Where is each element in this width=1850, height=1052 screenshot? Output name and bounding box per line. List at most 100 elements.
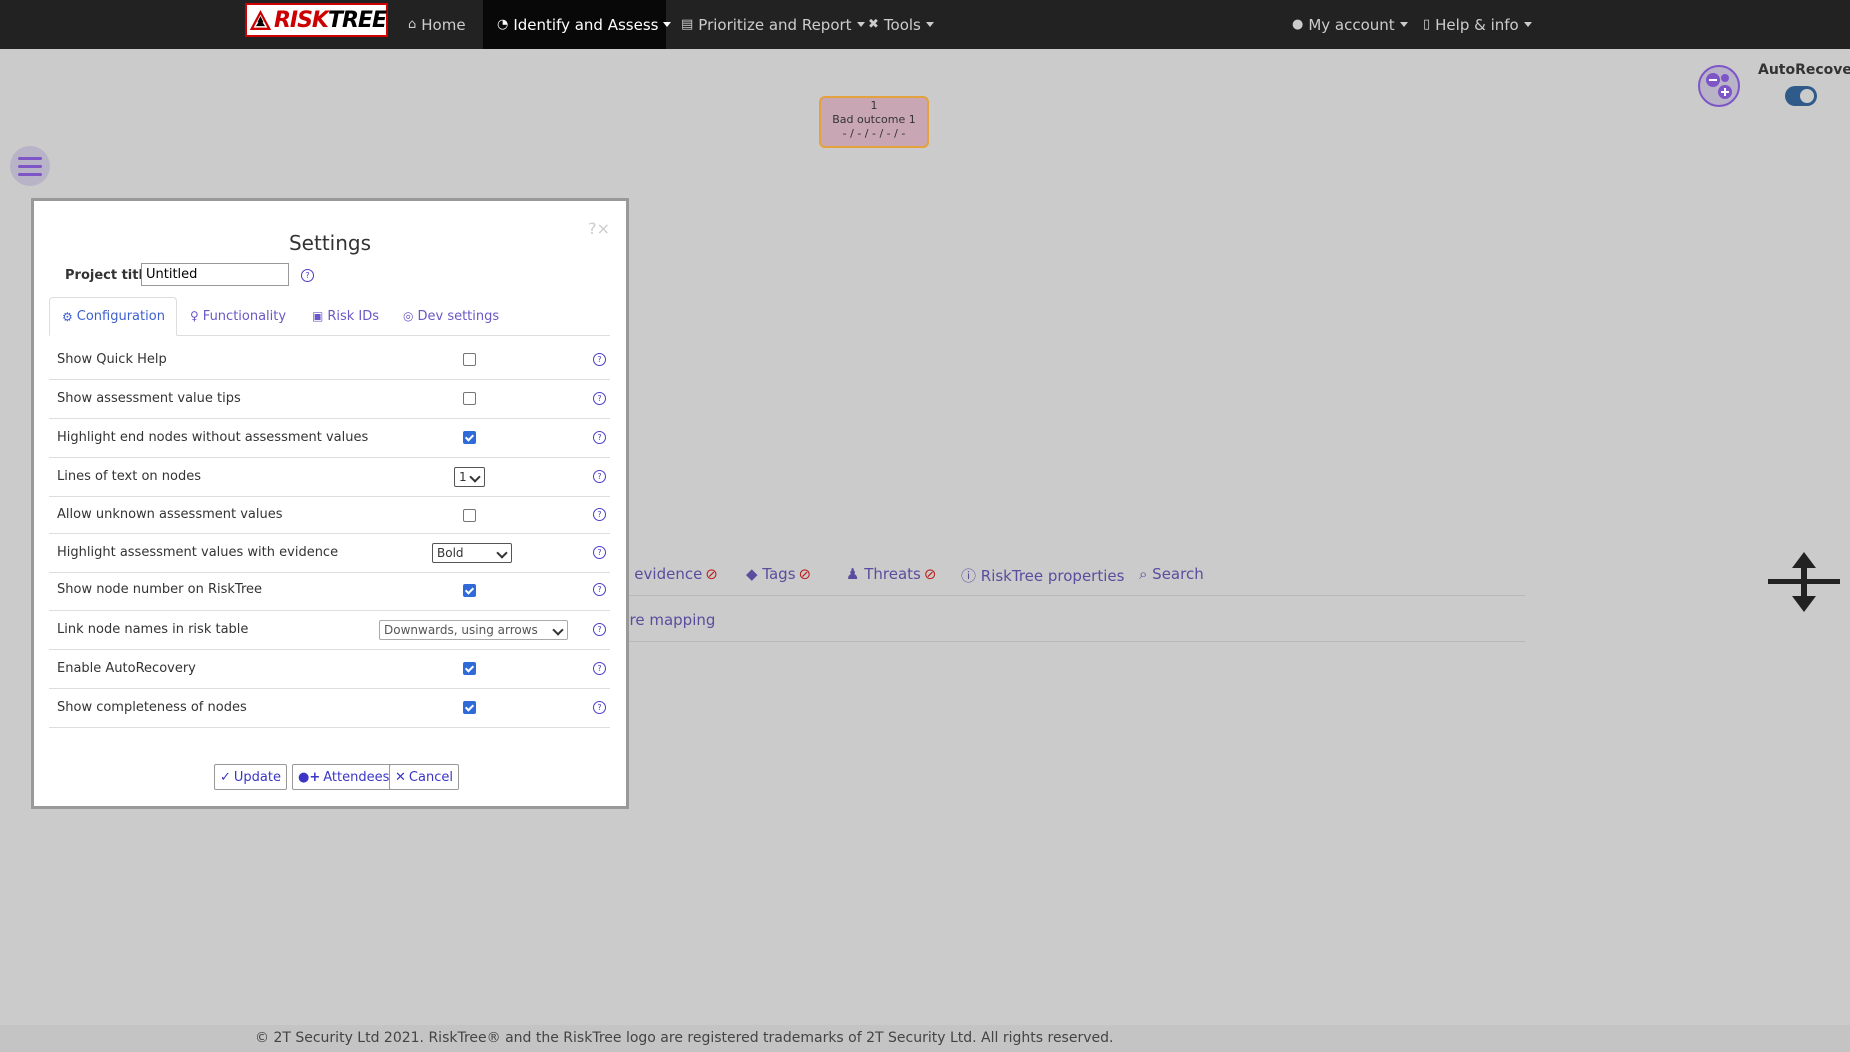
setting-label: Allow unknown assessment values xyxy=(57,507,283,522)
nav-home[interactable]: ⌂ Home xyxy=(408,0,478,49)
lines-of-text-select[interactable]: 1 xyxy=(454,467,485,487)
nav-tools[interactable]: ✖ Tools xyxy=(868,0,934,49)
show-node-number-checkbox[interactable] xyxy=(463,584,476,597)
ban-icon: ⊘ xyxy=(798,565,812,583)
tab-risktree-properties[interactable]: ⓘ RiskTree properties xyxy=(961,565,1124,586)
setting-label: Show Quick Help xyxy=(57,352,167,367)
close-icon: ✕ xyxy=(395,769,406,785)
tab-threats-label: Threats xyxy=(864,565,921,583)
cancel-label: Cancel xyxy=(408,769,453,785)
nav-prioritize-report[interactable]: ▤ Prioritize and Report xyxy=(681,0,865,49)
tab-configuration-label: Configuration xyxy=(76,309,165,324)
gauge-icon: ◔ xyxy=(497,17,509,32)
help-icon[interactable]: ? xyxy=(593,353,606,366)
caret-down-icon xyxy=(663,22,672,27)
tab-functionality[interactable]: ♀ Functionality xyxy=(178,297,298,335)
user-plus-icon: ●+ xyxy=(298,769,321,785)
chevron-down-icon xyxy=(496,547,508,559)
footer: © 2T Security Ltd 2021. RiskTree® and th… xyxy=(0,1025,1850,1052)
warning-tree-icon xyxy=(249,10,272,30)
id-card-icon: ▣ xyxy=(312,309,324,323)
select-value: Bold xyxy=(437,546,464,560)
setting-row: Show node number on RiskTree ? xyxy=(49,573,610,611)
chevron-down-icon xyxy=(469,471,481,483)
enable-autorecovery-checkbox[interactable] xyxy=(463,662,476,675)
allow-unknown-checkbox[interactable] xyxy=(463,509,476,522)
help-icon[interactable]: ? xyxy=(301,269,314,282)
show-value-tips-checkbox[interactable] xyxy=(463,392,476,405)
attendees-label: Attendees xyxy=(323,769,390,785)
caret-down-icon xyxy=(925,22,934,27)
top-navbar: RISKTREE ⌂ Home ◔ Identify and Assess ▤ … xyxy=(0,0,1850,49)
help-icon[interactable]: ? xyxy=(593,701,606,714)
ban-icon: ⊘ xyxy=(923,565,937,583)
tab-tags[interactable]: ◆ Tags ⊘ xyxy=(746,565,811,583)
autorecover-toggle[interactable] xyxy=(1785,86,1817,106)
setting-label: Show completeness of nodes xyxy=(57,700,247,715)
setting-row: Enable AutoRecovery ? xyxy=(49,650,610,689)
nav-identify-assess[interactable]: ◔ Identify and Assess xyxy=(483,0,672,49)
tab-evidence-label: d evidence xyxy=(620,565,703,583)
hamburger-line xyxy=(18,172,42,176)
settings-dialog: ?× Settings Project title ? ⚙ Configurat… xyxy=(31,198,629,809)
nav-help-info[interactable]: ▯ Help & info xyxy=(1423,0,1532,49)
tab-threats[interactable]: ♟ Threats ⊘ xyxy=(846,565,936,583)
link-node-names-select[interactable]: Downwards, using arrows xyxy=(379,620,568,640)
tab-evidence[interactable]: d evidence ⊘ xyxy=(620,565,718,583)
select-value: 1 xyxy=(459,470,467,484)
help-icon[interactable]: ? xyxy=(593,546,606,559)
attendees-button[interactable]: ●+ Attendees xyxy=(292,764,396,790)
tags-icon: ◆ xyxy=(746,565,763,583)
search-icon: ⌕ xyxy=(1139,565,1153,583)
tree-node[interactable]: 1 Bad outcome 1 - / - / - / - / - xyxy=(819,96,929,148)
caret-down-icon xyxy=(856,22,865,27)
nav-my-account-label: My account xyxy=(1308,15,1395,34)
dialog-title: Settings xyxy=(288,231,372,255)
background-tab-bar: d evidence ⊘ ◆ Tags ⊘ ♟ Threats ⊘ ⓘ RiskTre… xyxy=(620,555,1525,596)
move-arrows-icon[interactable] xyxy=(1768,552,1840,612)
help-icon[interactable]: ? xyxy=(593,508,606,521)
nav-home-label: Home xyxy=(421,15,466,34)
setting-row: Highlight assessment values with evidenc… xyxy=(49,534,610,573)
help-icon[interactable]: ? xyxy=(593,431,606,444)
show-completeness-checkbox[interactable] xyxy=(463,701,476,714)
highlight-evidence-select[interactable]: Bold xyxy=(432,543,512,563)
zoom-control-icon[interactable] xyxy=(1697,64,1741,108)
tab-search[interactable]: ⌕ Search xyxy=(1139,565,1204,583)
nav-help-info-label: Help & info xyxy=(1435,15,1519,34)
footer-text: © 2T Security Ltd 2021. RiskTree® and th… xyxy=(255,1030,1114,1046)
lightbulb-icon: ♀ xyxy=(190,309,199,323)
risktree-logo[interactable]: RISKTREE xyxy=(245,3,388,37)
help-icon[interactable]: ? xyxy=(593,583,606,596)
nav-identify-assess-label: Identify and Assess xyxy=(513,15,659,34)
show-quick-help-checkbox[interactable] xyxy=(463,353,476,366)
tab-risk-ids[interactable]: ▣ Risk IDs xyxy=(300,297,391,335)
help-icon[interactable]: ? xyxy=(593,662,606,675)
hamburger-line xyxy=(18,156,42,160)
cancel-button[interactable]: ✕ Cancel xyxy=(389,764,459,790)
hamburger-menu-button[interactable] xyxy=(10,146,50,186)
setting-label: Highlight end nodes without assessment v… xyxy=(57,430,369,445)
setting-label: Link node names in risk table xyxy=(57,622,249,637)
nav-my-account[interactable]: ● My account xyxy=(1292,0,1408,49)
tab-mapping[interactable]: ure mapping xyxy=(620,611,715,629)
tab-configuration[interactable]: ⚙ Configuration xyxy=(49,297,177,336)
help-icon[interactable]: ? xyxy=(593,623,606,636)
project-title-label: Project title xyxy=(65,268,152,283)
highlight-end-nodes-checkbox[interactable] xyxy=(463,431,476,444)
help-icon[interactable]: ? xyxy=(593,470,606,483)
update-button[interactable]: ✓ Update xyxy=(214,764,287,790)
setting-label: Show assessment value tips xyxy=(57,391,241,406)
update-label: Update xyxy=(233,769,281,785)
nav-tools-label: Tools xyxy=(883,15,921,34)
node-number: 1 xyxy=(870,99,878,112)
setting-label: Show node number on RiskTree xyxy=(57,582,263,597)
setting-label: Lines of text on nodes xyxy=(57,469,201,484)
check-icon: ✓ xyxy=(220,769,231,785)
info-circle-icon: ⓘ xyxy=(961,567,981,585)
tab-dev-settings[interactable]: ◎ Dev settings xyxy=(391,297,511,335)
project-title-input[interactable] xyxy=(141,263,289,286)
book-icon: ▤ xyxy=(681,17,694,32)
settings-tabs: ⚙ Configuration ♀ Functionality ▣ Risk I… xyxy=(49,297,610,336)
help-icon[interactable]: ? xyxy=(593,392,606,405)
